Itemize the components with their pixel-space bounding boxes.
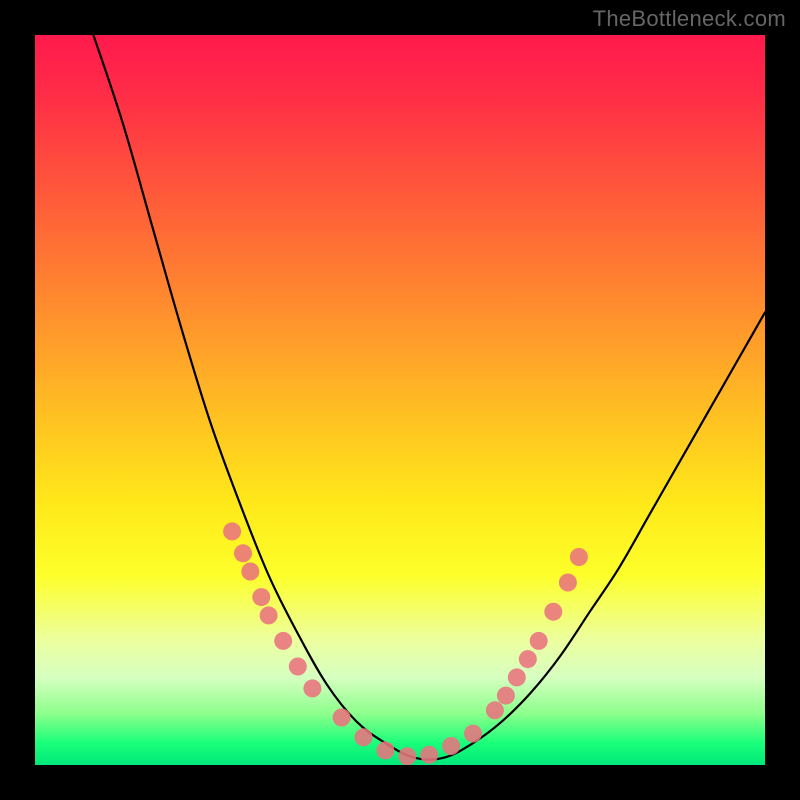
data-marker: [260, 606, 278, 624]
plot-area: [35, 35, 765, 765]
data-marker: [519, 650, 537, 668]
data-marker: [570, 548, 588, 566]
data-marker: [355, 728, 373, 746]
chart-stage: TheBottleneck.com: [0, 0, 800, 800]
data-marker: [559, 574, 577, 592]
data-marker: [464, 725, 482, 743]
data-marker: [497, 687, 515, 705]
data-marker: [486, 701, 504, 719]
data-marker: [508, 668, 526, 686]
marker-group: [223, 522, 588, 765]
watermark-text: TheBottleneck.com: [593, 6, 786, 32]
bottleneck-curve-path: [93, 35, 765, 760]
data-marker: [398, 747, 416, 765]
data-marker: [442, 737, 460, 755]
curve-svg: [35, 35, 765, 765]
data-marker: [234, 544, 252, 562]
data-marker: [303, 679, 321, 697]
data-marker: [274, 632, 292, 650]
data-marker: [420, 746, 438, 764]
data-marker: [241, 563, 259, 581]
data-marker: [544, 603, 562, 621]
data-marker: [289, 658, 307, 676]
data-marker: [530, 632, 548, 650]
data-marker: [252, 588, 270, 606]
data-marker: [333, 709, 351, 727]
data-marker: [376, 741, 394, 759]
data-marker: [223, 522, 241, 540]
